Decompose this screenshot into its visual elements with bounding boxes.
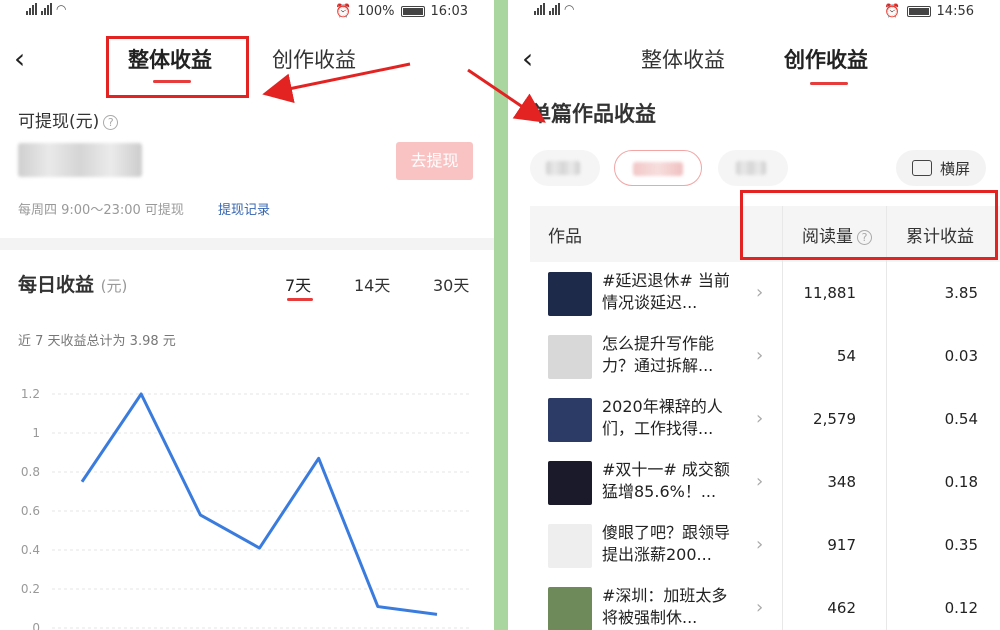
reads-value: 348 xyxy=(827,473,856,491)
withdrawable-label: 可提现(元)? xyxy=(18,107,119,132)
range-14d[interactable]: 14天 xyxy=(354,272,390,296)
table-row[interactable]: #深圳：加班太多将被强制休... › 462 0.12 xyxy=(530,579,1000,630)
withdrawable-amount-blurred xyxy=(18,143,142,177)
range-7d[interactable]: 7天 xyxy=(285,272,311,296)
y-tick-label: 0.6 xyxy=(21,504,40,518)
table-row[interactable]: #延迟退休# 当前情况谈延迟... › 11,881 3.85 xyxy=(530,264,1000,327)
top-nav: ‹ 整体收益 创作收益 xyxy=(508,28,1000,88)
filter-chip[interactable] xyxy=(530,150,600,186)
status-bar: ◠ ⏰ 14:56 xyxy=(508,0,1000,26)
battery-icon xyxy=(906,6,931,17)
weekly-summary: 近 7 天收益总计为 3.98 元 xyxy=(18,334,176,349)
col-work: 作品 xyxy=(548,227,582,247)
section-divider xyxy=(0,238,494,250)
work-thumbnail xyxy=(548,587,592,630)
landscape-button[interactable]: 横屏 xyxy=(896,150,986,186)
active-range-indicator xyxy=(287,298,313,301)
status-bar: ◠ ⏰ 100% 16:03 xyxy=(0,0,494,26)
table-row[interactable]: 傻眼了吧？跟领导提出涨薪200... › 917 0.35 xyxy=(530,516,1000,579)
work-title[interactable]: 傻眼了吧？跟领导提出涨薪200... xyxy=(602,522,742,568)
help-icon[interactable]: ? xyxy=(103,114,119,130)
table-row[interactable]: 怎么提升写作能力？通过拆解... › 54 0.03 xyxy=(530,327,1000,390)
rotate-icon xyxy=(911,160,932,176)
withdraw-schedule: 每周四 9:00～23:00 可提现 xyxy=(18,203,184,218)
table-row[interactable]: 2020年裸辞的人们，工作找得... › 2,579 0.54 xyxy=(530,390,1000,453)
tab-creation-earnings[interactable]: 创作收益 xyxy=(784,44,868,74)
alarm-icon: ⏰ xyxy=(884,4,901,19)
reads-value: 11,881 xyxy=(803,284,857,302)
wifi-icon: ◠ xyxy=(564,2,575,16)
y-tick-label: 0.4 xyxy=(21,543,40,557)
y-tick-label: 1 xyxy=(32,426,40,440)
range-30d[interactable]: 30天 xyxy=(433,272,469,296)
daily-earnings-title: 每日收益 (元) xyxy=(18,274,128,296)
battery-icon xyxy=(400,6,425,17)
work-title[interactable]: 怎么提升写作能力？通过拆解... xyxy=(602,333,742,379)
active-tab-indicator xyxy=(810,82,848,85)
clock: 14:56 xyxy=(936,4,974,19)
earnings-value: 0.18 xyxy=(944,473,978,491)
creation-earnings-screen: ◠ ⏰ 14:56 ‹ 整体收益 创作收益 单篇作品收益 横屏 作品 阅读量? … xyxy=(508,0,1000,630)
arrow-to-overall-tab xyxy=(262,62,411,104)
earnings-value: 0.12 xyxy=(944,599,978,617)
clock: 16:03 xyxy=(430,4,468,19)
landscape-label: 横屏 xyxy=(939,159,970,178)
earnings-value: 0.35 xyxy=(944,536,978,554)
earnings-value: 3.85 xyxy=(944,284,978,302)
chevron-right-icon[interactable]: › xyxy=(756,345,763,366)
reads-value: 54 xyxy=(836,347,856,365)
daily-earnings-chart: 0 0.2 0.4 0.6 0.8 1 1.2 xyxy=(21,387,470,630)
work-title[interactable]: #双十一# 成交额猛增85.6%！... xyxy=(602,459,742,505)
work-thumbnail xyxy=(548,335,592,379)
withdraw-button[interactable]: 去提现 xyxy=(396,142,473,180)
annotation-arrows xyxy=(262,62,546,123)
earnings-value: 0.54 xyxy=(944,410,978,428)
y-tick-label: 1.2 xyxy=(21,387,40,401)
highlight-box xyxy=(740,190,998,260)
work-title[interactable]: 2020年裸辞的人们，工作找得... xyxy=(602,396,742,442)
work-thumbnail xyxy=(548,398,592,442)
reads-value: 462 xyxy=(827,599,856,617)
filter-chip-selected[interactable] xyxy=(614,150,702,186)
filter-chip[interactable] xyxy=(718,150,788,186)
y-tick-label: 0 xyxy=(32,621,40,630)
chevron-right-icon[interactable]: › xyxy=(756,282,763,303)
back-icon[interactable]: ‹ xyxy=(14,42,25,75)
y-tick-label: 0.8 xyxy=(21,465,40,479)
reads-value: 2,579 xyxy=(813,410,856,428)
work-title[interactable]: #延迟退休# 当前情况谈延迟... xyxy=(602,270,742,316)
reads-value: 917 xyxy=(827,536,856,554)
battery-percent: 100% xyxy=(357,4,395,19)
earnings-line xyxy=(80,392,438,616)
work-title[interactable]: #深圳：加班太多将被强制休... xyxy=(602,585,742,630)
work-thumbnail xyxy=(548,524,592,568)
work-thumbnail xyxy=(548,461,592,505)
tab-overall-earnings[interactable]: 整体收益 xyxy=(641,44,725,74)
chevron-right-icon[interactable]: › xyxy=(756,408,763,429)
alarm-icon: ⏰ xyxy=(335,4,352,19)
withdraw-record-link[interactable]: 提现记录 xyxy=(218,199,270,218)
highlight-box xyxy=(106,36,249,98)
chevron-right-icon[interactable]: › xyxy=(756,597,763,618)
table-row[interactable]: #双十一# 成交额猛增85.6%！... › 348 0.18 xyxy=(530,453,1000,516)
signal-icons: ◠ xyxy=(26,2,66,16)
chevron-right-icon[interactable]: › xyxy=(756,534,763,555)
signal-icons: ◠ xyxy=(534,2,574,16)
arrow-to-section-title xyxy=(467,68,546,123)
chevron-right-icon[interactable]: › xyxy=(756,471,763,492)
y-tick-label: 0.2 xyxy=(21,582,40,596)
work-thumbnail xyxy=(548,272,592,316)
wifi-icon: ◠ xyxy=(56,2,67,16)
earnings-value: 0.03 xyxy=(944,347,978,365)
